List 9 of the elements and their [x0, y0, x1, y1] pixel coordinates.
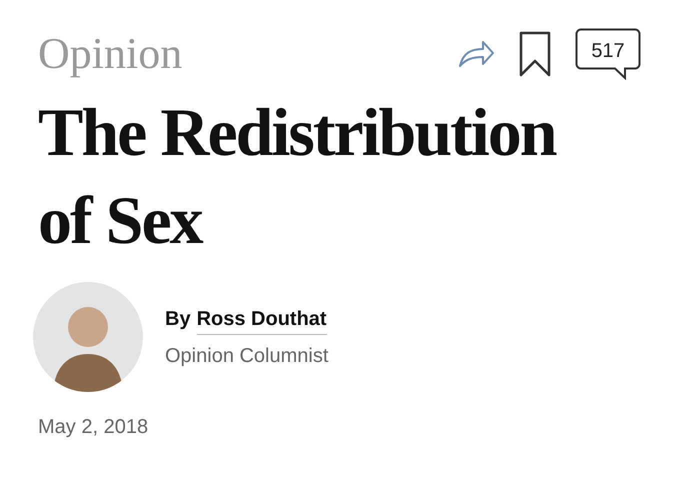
- author-role: Opinion Columnist: [165, 344, 328, 368]
- byline-prefix: By: [165, 306, 191, 332]
- author-link[interactable]: Ross Douthat: [196, 304, 327, 334]
- bookmark-icon[interactable]: [519, 31, 551, 77]
- section-label: Opinion: [38, 28, 182, 80]
- share-icon[interactable]: [457, 39, 495, 69]
- publish-date: May 2, 2018: [37, 415, 150, 440]
- comments-button[interactable]: 517: [575, 28, 641, 80]
- headline: The Redistribution of Sex: [37, 93, 558, 260]
